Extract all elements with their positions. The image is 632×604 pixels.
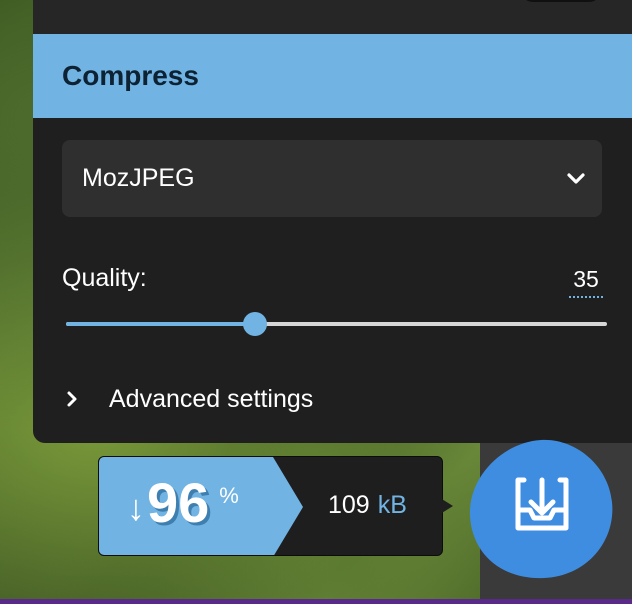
toggle-handle[interactable] [521,0,601,2]
compress-header: Compress [33,34,632,118]
quality-value-input[interactable]: 35 [569,266,603,298]
chevron-down-icon [567,173,585,184]
options-panel: Compress MozJPEG Quality: 35 Advanced se… [33,0,632,443]
output-size-unit: kB [377,491,407,519]
panel-top-bar [33,0,632,34]
advanced-settings-label: Advanced settings [109,384,314,413]
output-size: 109 kB [328,491,407,520]
encoder-select-value: MozJPEG [82,164,195,192]
results-box: ↓ 96 % 109 kB [98,456,453,556]
quality-label: Quality: [62,264,147,292]
quality-slider[interactable] [66,312,607,336]
savings-value: 96 [147,471,210,534]
download-button[interactable] [466,436,616,582]
output-size-value: 109 [328,491,370,519]
advanced-settings-toggle[interactable]: Advanced settings [62,382,313,416]
slider-thumb[interactable] [243,312,268,336]
savings-percent: ↓ 96 % [127,475,239,531]
results-pointer [437,496,453,516]
chevron-right-icon [67,391,77,407]
results-container: ↓ 96 % 109 kB [98,456,443,556]
down-arrow-icon: ↓ [127,487,145,528]
percent-sign: % [219,483,239,508]
section-title: Compress [62,60,199,91]
slider-fill [66,322,256,326]
bottom-edge [0,599,632,604]
encoder-select[interactable]: MozJPEG [62,140,602,217]
